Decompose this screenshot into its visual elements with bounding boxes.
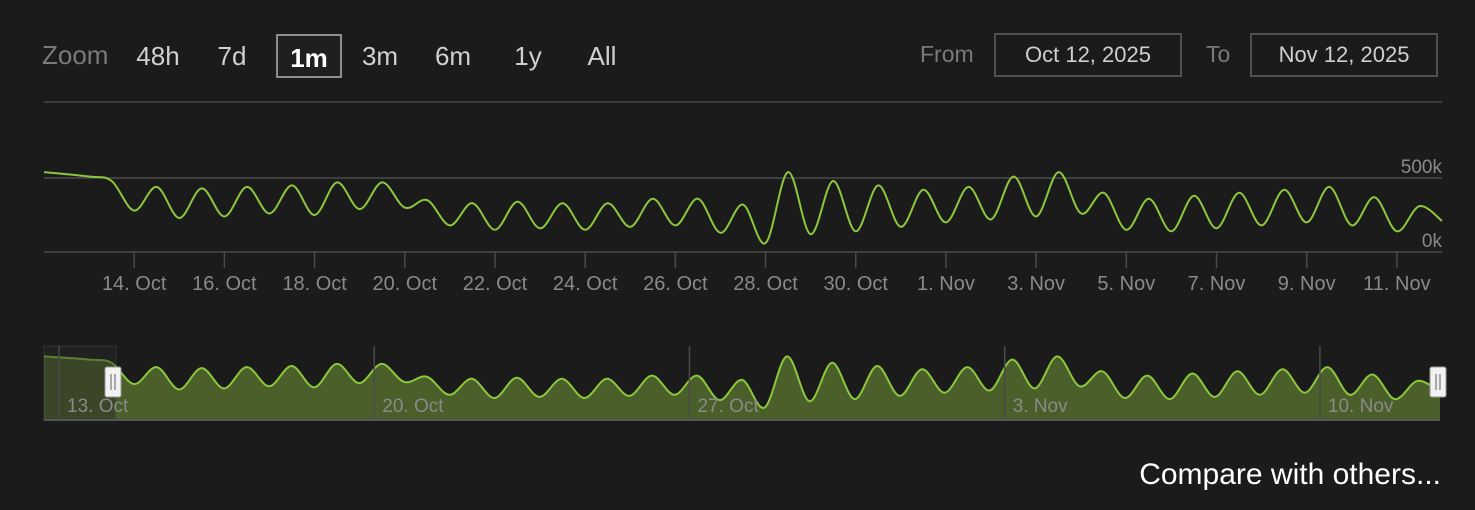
series-line [43,171,1443,245]
x-tick-label-2: 18. Oct [282,273,347,295]
x-tick-label-4: 22. Oct [463,273,528,295]
x-tick-label-11: 5. Nov [1097,273,1155,295]
x-tick-label-9: 1. Nov [917,273,975,295]
chart-area: 500k 0k 14. Oct 16. Oct 18. Oct 20. Oct 22. Oc… [43,101,1447,421]
x-tick-label-13: 9. Nov [1278,273,1336,295]
x-tick-label-7: 28. Oct [733,273,798,295]
navigator-left-handle[interactable] [104,366,122,398]
y-tick-label-0k: 0k [1422,231,1443,252]
navigator-tick-label-2: 27. Oct [697,396,759,417]
navigator-tick-label-4: 10. Nov [1328,396,1394,417]
navigator-tick-label-1: 20. Oct [382,396,444,417]
x-tick-label-6: 26. Oct [643,273,708,295]
x-tick-label-12: 7. Nov [1188,273,1246,295]
x-tick-label-10: 3. Nov [1007,273,1065,295]
x-tick-label-0: 14. Oct [102,273,167,295]
y-tick-label-500k: 500k [1401,157,1443,178]
navigator-tick-label-3: 3. Nov [1013,396,1068,417]
compare-with-others-link[interactable]: Compare with others... [1139,458,1441,492]
navigator-tick-label-0: 13. Oct [67,396,129,417]
x-tick-label-5: 24. Oct [553,273,618,295]
x-tick-label-8: 30. Oct [823,273,888,295]
x-tick-label-3: 20. Oct [373,273,438,295]
x-tick-label-14: 11. Nov [1363,273,1430,295]
navigator-right-handle[interactable] [1429,366,1447,398]
x-tick-label-1: 16. Oct [192,273,257,295]
